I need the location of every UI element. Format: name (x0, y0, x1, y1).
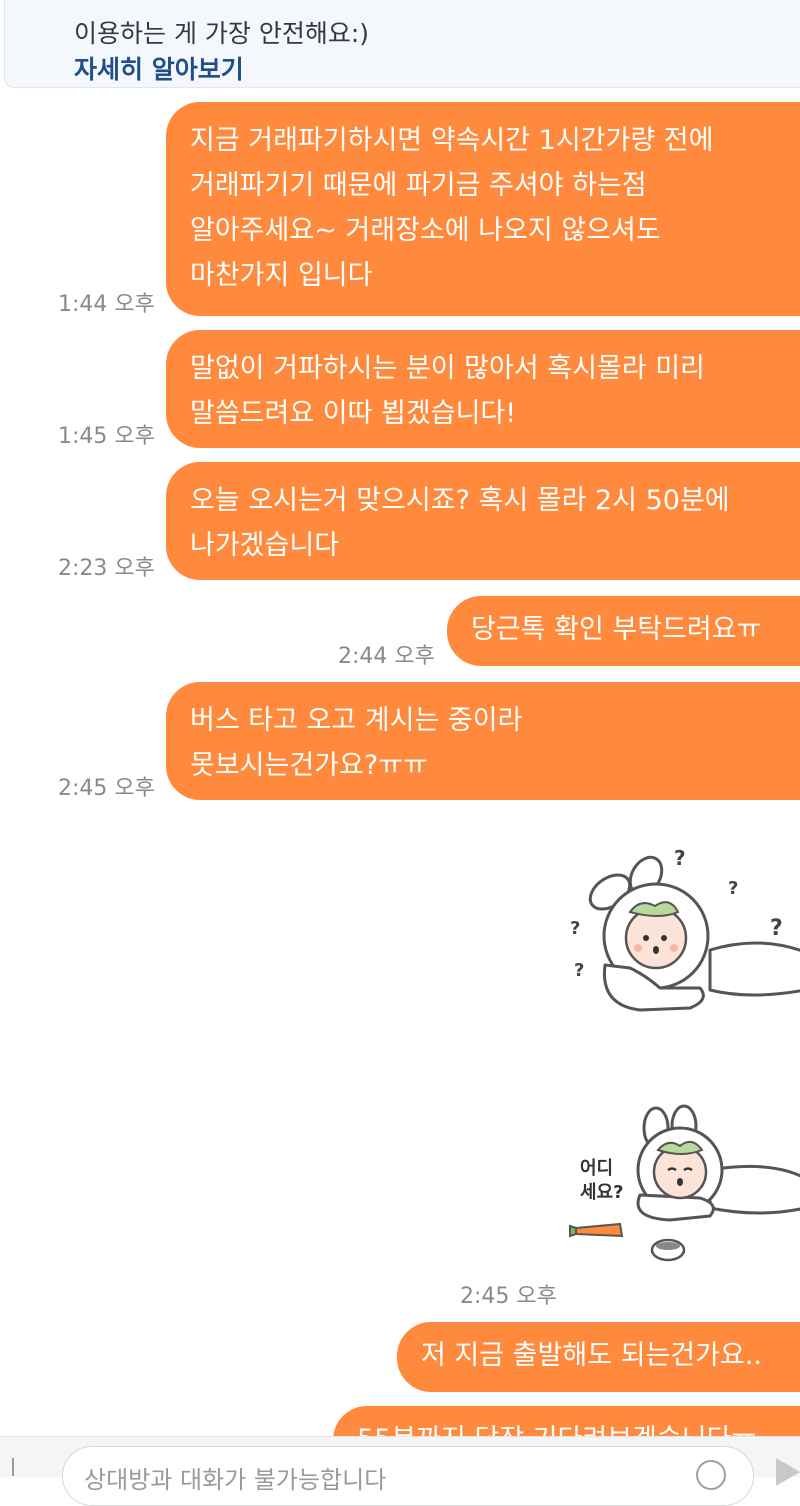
question-mark: ? (728, 878, 739, 899)
learn-more-link[interactable]: 자세히 알아보기 (74, 50, 244, 86)
message-bubble: 오늘 오시는거 맞으시죠? 혹시 몰라 2시 50분에 나가겠습니다 (166, 462, 800, 580)
message-bubble: 당근톡 확인 부탁드려요ㅠ (447, 596, 800, 666)
message-time: 1:44 오후 (58, 292, 155, 317)
message-time: 1:45 오후 (58, 424, 155, 449)
message-line: 못보시는건가요?ㅠㅠ (190, 750, 428, 781)
notice-text: 이용하는 게 가장 안전해요:) (74, 19, 370, 48)
emoji-icon[interactable] (696, 1460, 726, 1490)
message-line: 버스 타고 오고 계시는 중이라 (190, 705, 523, 736)
message-bubble: 지금 거래파기하시면 약속시간 1시간가량 전에 거래파기기 때문에 파기금 주… (166, 102, 800, 316)
message-line: 거래파기기 때문에 파기금 주셔야 하는점 (190, 170, 647, 201)
message-line: 저 지금 출발해도 되는건가요.. (421, 1340, 762, 1371)
message-time: 2:45 오후 (58, 776, 155, 801)
message-time: 2:45 오후 (460, 1284, 557, 1309)
message-time: 2:44 오후 (338, 644, 435, 669)
message-bubble: 버스 타고 오고 계시는 중이라 못보시는건가요?ㅠㅠ (166, 682, 800, 800)
message-line: 당근톡 확인 부탁드려요ㅠ (471, 614, 762, 645)
message-line: 지금 거래파기하시면 약속시간 1시간가량 전에 (190, 125, 714, 156)
message-line: 말씀드려요 이따 뵙겠습니다! (190, 398, 517, 429)
question-mark: ? (574, 960, 585, 981)
attach-icon[interactable] (12, 1458, 28, 1476)
rabbit-sticker-where-are-you: 어디 세요? (560, 1100, 800, 1270)
message-bubble: 저 지금 출발해도 되는건가요.. (397, 1322, 800, 1392)
message-line: 오늘 오시는거 맞으시죠? 혹시 몰라 2시 50분에 (190, 485, 730, 516)
message-line: 마찬가지 입니다 (190, 260, 373, 291)
message-line: 말없이 거파하시는 분이 많아서 혹시몰라 미리 (190, 353, 705, 384)
sticker-caption: 세요? (580, 1182, 624, 1203)
message-line: 알아주세요~ 거래장소에 나오지 않으셔도 (190, 215, 661, 246)
message-bubble: 말없이 거파하시는 분이 많아서 혹시몰라 미리 말씀드려요 이따 뵙겠습니다! (166, 330, 800, 448)
message-input-placeholder: 상대방과 대화가 불가능합니다 (84, 1466, 387, 1494)
message-line: 나가겠습니다 (190, 530, 340, 561)
sticker-caption: 어디 (580, 1158, 614, 1179)
question-mark: ? (570, 918, 581, 939)
message-time: 2:23 오후 (58, 556, 155, 581)
send-icon[interactable] (776, 1458, 800, 1486)
rabbit-sticker-confused: ? ? ? ? ? (560, 840, 800, 1020)
question-mark: ? (674, 846, 686, 870)
question-mark: ? (770, 916, 783, 941)
